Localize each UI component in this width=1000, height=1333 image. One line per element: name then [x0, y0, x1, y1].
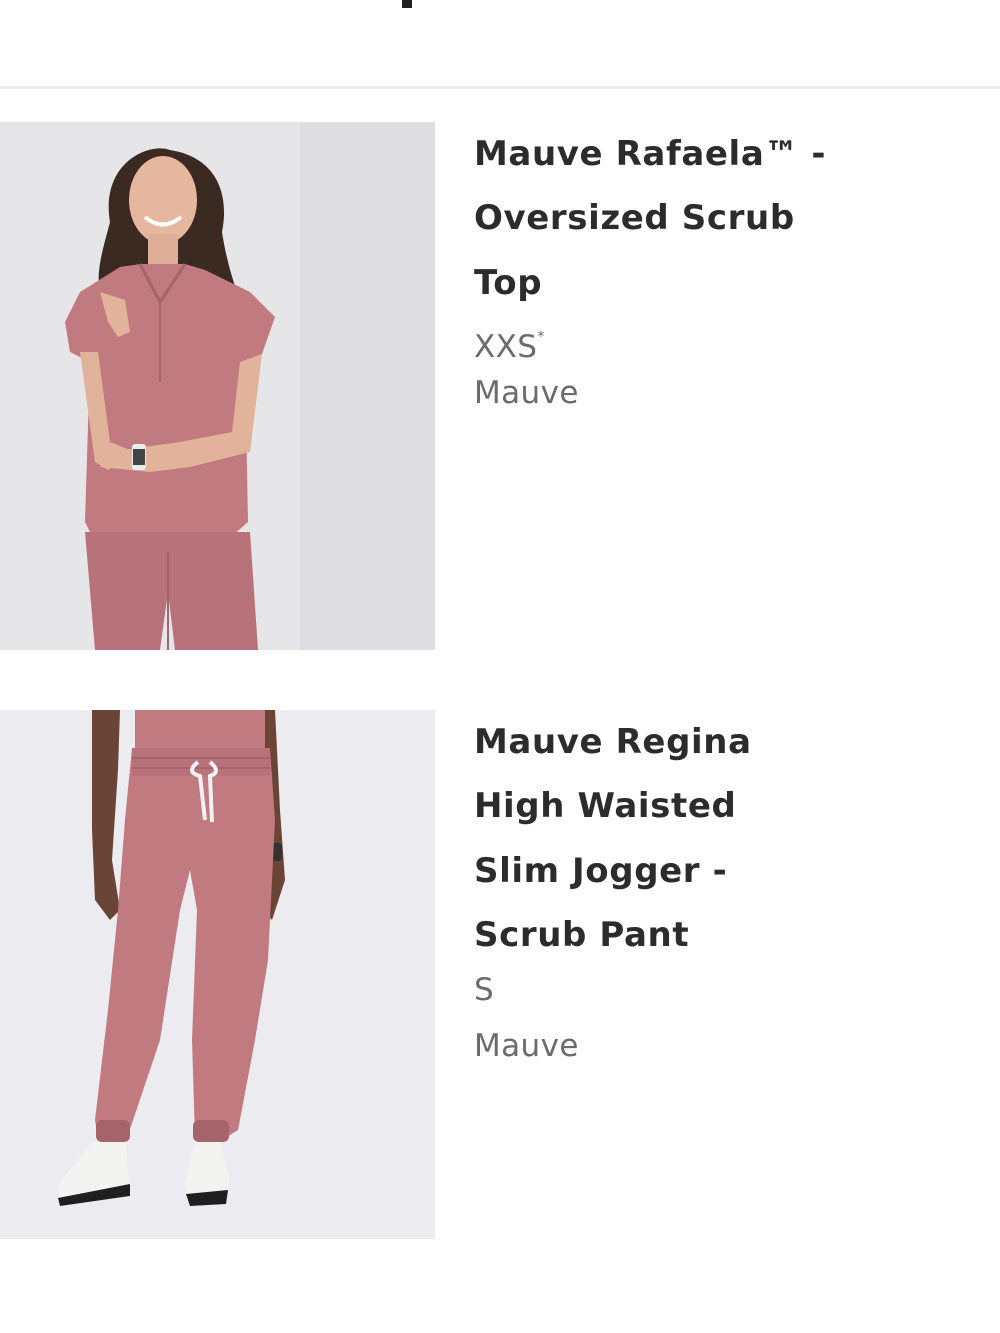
- product-image-jogger-pant[interactable]: [0, 710, 435, 1239]
- product-title[interactable]: Mauve Regina High Waisted Slim Jogger - …: [474, 710, 974, 968]
- cart-item[interactable]: Mauve Rafaela™ - Oversized Scrub Top XXS…: [0, 122, 1000, 650]
- title-line: Top: [474, 262, 543, 303]
- product-size: S: [474, 971, 495, 1008]
- product-color: Mauve: [474, 375, 579, 411]
- product-info: Mauve Regina High Waisted Slim Jogger - …: [474, 710, 974, 1082]
- scrub-top-photo: [0, 122, 435, 650]
- product-title[interactable]: Mauve Rafaela™ - Oversized Scrub Top: [474, 122, 974, 316]
- cart-item[interactable]: Mauve Regina High Waisted Slim Jogger - …: [0, 710, 1000, 1239]
- jogger-pant-photo: [0, 710, 435, 1239]
- product-info: Mauve Rafaela™ - Oversized Scrub Top XXS…: [474, 122, 974, 429]
- size-value: XXS: [474, 329, 538, 365]
- title-line: High Waisted: [474, 786, 737, 826]
- header-divider: [0, 86, 1000, 89]
- product-image-scrub-top[interactable]: [0, 122, 435, 650]
- product-size: XXS*: [474, 317, 974, 373]
- title-line: Mauve Regina: [474, 721, 752, 762]
- title-line: Scrub Pant: [474, 915, 690, 955]
- title-line: Mauve Rafaela™ -: [474, 133, 827, 174]
- header-title-fragment: [402, 0, 412, 8]
- title-line: Oversized Scrub: [474, 198, 795, 238]
- size-marker: *: [537, 329, 545, 345]
- title-line: Slim Jogger -: [474, 850, 728, 891]
- product-color: Mauve: [474, 1027, 579, 1064]
